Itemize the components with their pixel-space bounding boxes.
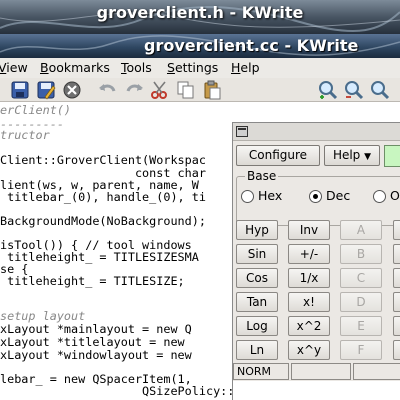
window-menu-icon[interactable] (236, 126, 248, 137)
key-d[interactable]: D (340, 292, 382, 312)
find-next-icon[interactable] (344, 80, 364, 100)
key-f[interactable]: F (340, 340, 382, 360)
menu-help[interactable]: Help (231, 60, 260, 75)
base-group: Base Hex Dec Oct (236, 169, 400, 226)
radio-hex-label[interactable]: Hex (258, 188, 282, 203)
key-edge[interactable] (393, 316, 400, 336)
help-button[interactable]: Help ▼ (324, 145, 380, 166)
key-e[interactable]: E (340, 316, 382, 336)
find-prev-icon[interactable] (370, 80, 390, 100)
status-cell (353, 363, 400, 380)
radio-dec-label[interactable]: Dec (326, 188, 350, 203)
save-icon[interactable] (10, 80, 30, 100)
find-icon[interactable] (318, 80, 338, 100)
code-line: tructor (0, 128, 50, 142)
radio-oct[interactable] (373, 190, 386, 203)
key-plus-minus[interactable]: +/- (288, 244, 330, 264)
radio-dec[interactable] (309, 190, 322, 203)
key-square[interactable]: x^2 (288, 316, 330, 336)
key-sin[interactable]: Sin (236, 244, 278, 264)
key-hyp[interactable]: Hyp (236, 220, 278, 240)
redo-icon[interactable] (124, 80, 144, 100)
menu-bar: View Bookmarks Tools Settings Help (0, 58, 400, 78)
calculator-statusbar: NORM (233, 363, 400, 381)
menu-view[interactable]: View (0, 60, 28, 75)
key-edge[interactable] (393, 292, 400, 312)
key-tan[interactable]: Tan (236, 292, 278, 312)
back-window-titlebar[interactable]: groverclient.h - KWrite (0, 0, 400, 34)
copy-icon[interactable] (176, 80, 196, 100)
menu-tools[interactable]: Tools (121, 60, 152, 75)
help-label: Help (332, 148, 361, 162)
status-mode: NORM (233, 363, 289, 380)
code-line: titleheight_ = TITLESIZESMA (0, 250, 199, 264)
code-line: setup layout (0, 309, 86, 323)
underlying-editor-strip (233, 381, 400, 400)
radio-oct-label[interactable]: Oct (390, 188, 400, 203)
code-line: BackgroundMode(NoBackground); (0, 214, 206, 228)
paste-icon[interactable] (202, 80, 222, 100)
save-as-icon[interactable] (36, 80, 56, 100)
code-line: xLayout *titlelayout = new (0, 335, 185, 349)
key-factorial[interactable]: x! (288, 292, 330, 312)
key-a[interactable]: A (340, 220, 382, 240)
radio-hex[interactable] (241, 190, 254, 203)
cut-icon[interactable] (150, 80, 170, 100)
configure-button[interactable]: Configure (236, 145, 320, 166)
undo-icon[interactable] (98, 80, 118, 100)
menu-settings[interactable]: Settings (167, 60, 218, 75)
key-reciprocal[interactable]: 1/x (288, 268, 330, 288)
key-edge[interactable] (393, 244, 400, 264)
code-line: titlebar_(0), handle_(0), ti (0, 190, 206, 204)
key-b[interactable]: B (340, 244, 382, 264)
status-cell (291, 363, 351, 380)
key-cos[interactable]: Cos (236, 268, 278, 288)
calculator-display (384, 145, 400, 167)
key-edge[interactable] (393, 268, 400, 288)
code-line: erClient() (0, 103, 72, 117)
code-line: titleheight_ = TITLESIZE; (0, 274, 185, 288)
code-line: Client::GroverClient(Workspac (0, 153, 206, 167)
close-icon[interactable] (62, 80, 82, 100)
key-edge[interactable] (393, 220, 400, 240)
menu-bookmarks[interactable]: Bookmarks (40, 60, 110, 75)
code-line: xLayout *mainlayout = new Q (0, 322, 192, 336)
dropdown-arrow-icon: ▼ (364, 152, 372, 162)
configure-label: Configure (248, 148, 308, 162)
calculator-titlebar[interactable] (233, 123, 400, 141)
code-line: xLayout *windowlayout = new (0, 348, 192, 362)
front-window-title: groverclient.cc - KWrite (144, 36, 359, 55)
key-power[interactable]: x^y (288, 340, 330, 360)
front-window-titlebar[interactable]: groverclient.cc - KWrite (0, 34, 400, 58)
toolbar (0, 78, 400, 102)
key-inv[interactable]: Inv (288, 220, 330, 240)
key-edge[interactable] (393, 340, 400, 360)
key-log[interactable]: Log (236, 316, 278, 336)
calculator-window[interactable]: Configure Help ▼ Base Hex Dec Oct Hyp In… (232, 122, 400, 400)
back-window-title: groverclient.h - KWrite (96, 3, 304, 22)
base-legend: Base (245, 169, 279, 183)
key-ln[interactable]: Ln (236, 340, 278, 360)
key-c[interactable]: C (340, 268, 382, 288)
